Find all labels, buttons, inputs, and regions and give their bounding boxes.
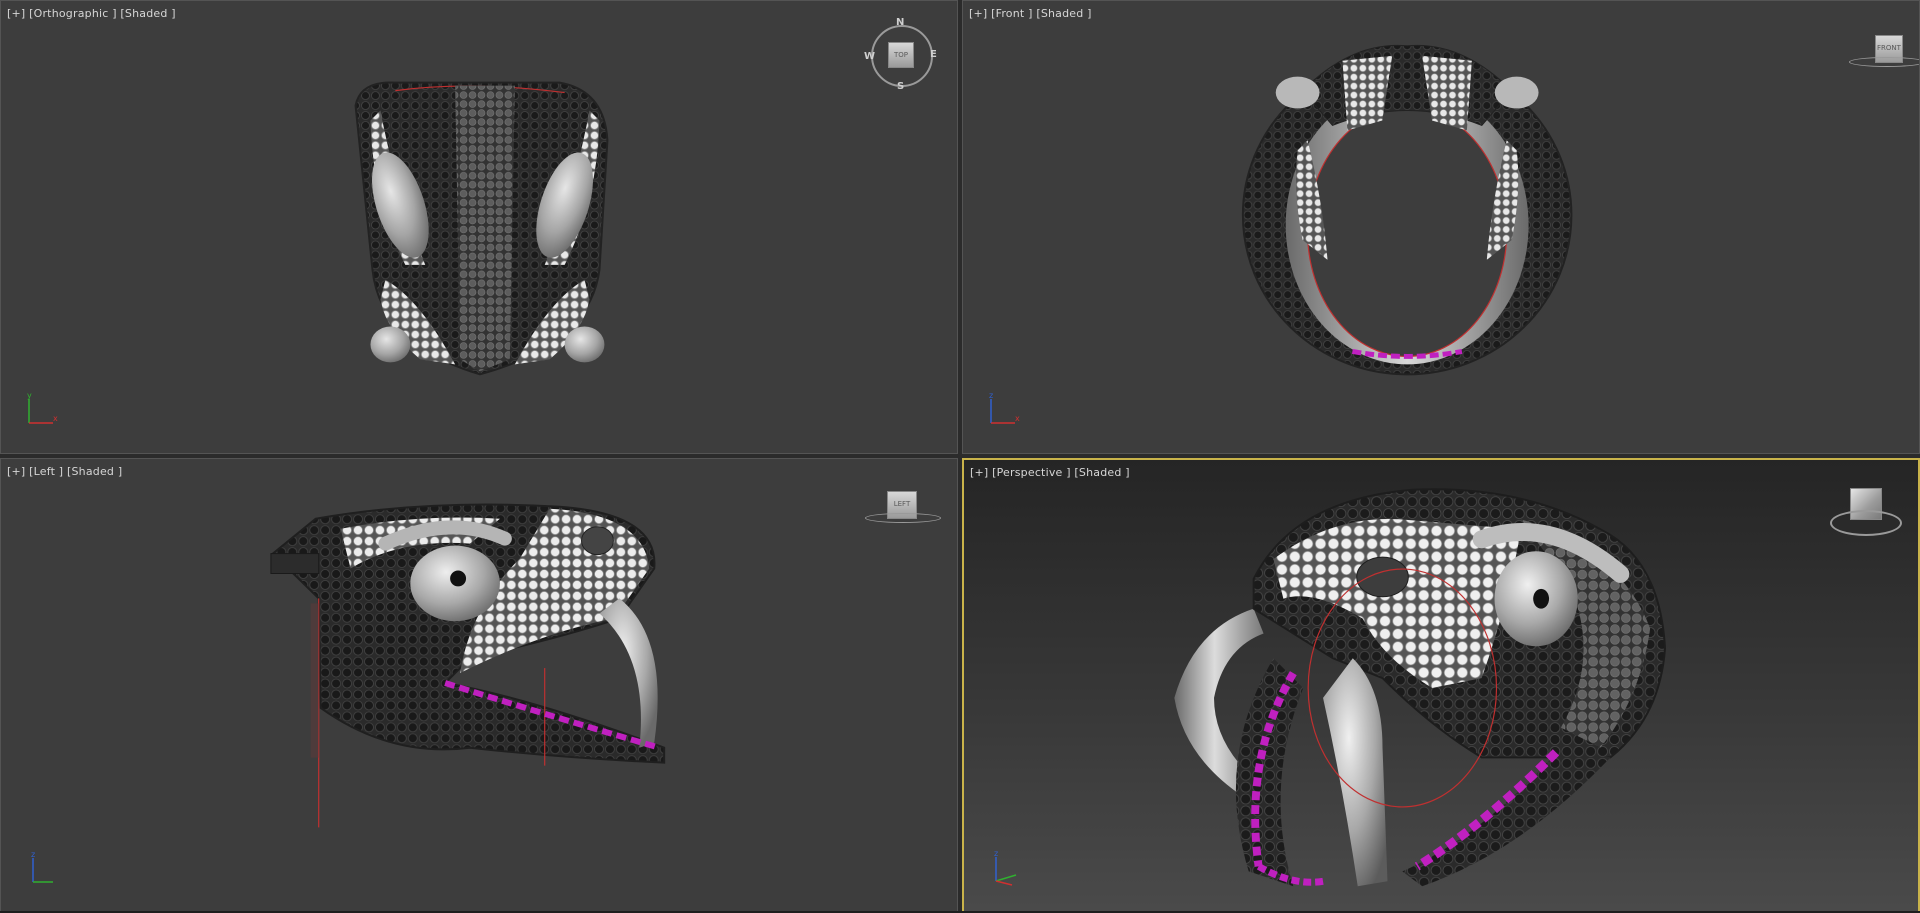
viewport-perspective[interactable]: [+] [Perspective ] [Shaded ] z [962, 458, 1920, 913]
viewcube[interactable]: LEFT [865, 491, 941, 531]
viewport-shading-menu[interactable]: [Shaded ] [1074, 466, 1129, 479]
compass-west-label[interactable]: W [864, 51, 875, 62]
eye-pupil [450, 570, 467, 587]
viewcube-ring[interactable] [865, 513, 941, 523]
right-fang-tip [564, 326, 605, 363]
compass-east-label[interactable]: E [930, 49, 937, 60]
center-stripe [455, 85, 515, 372]
axis-tripod: y x [27, 391, 58, 424]
eye-pupil [1533, 588, 1550, 609]
viewcube[interactable]: FRONT [1849, 35, 1919, 75]
right-eye [1494, 76, 1539, 109]
fang [599, 598, 658, 748]
viewport-left[interactable]: [+] [Left ] [Shaded ] LEFT z [0, 458, 958, 913]
ring-model-top-view[interactable] [1, 1, 957, 453]
lower-jaw-right [1402, 747, 1611, 887]
viewcube-face-top[interactable]: TOP [888, 42, 914, 68]
viewcube-3d[interactable] [1828, 488, 1902, 538]
viewport-shading-menu[interactable]: [Shaded ] [120, 7, 175, 20]
viewcube-ring[interactable] [1830, 510, 1902, 536]
viewport-label: [+] [Left ] [Shaded ] [7, 465, 122, 478]
left-eye [1275, 76, 1320, 109]
viewport-shading-menu[interactable]: [Shaded ] [1036, 7, 1091, 20]
nostril [581, 526, 614, 556]
axis-x-label: x [53, 414, 58, 423]
viewport-view-menu[interactable]: [Orthographic ] [29, 7, 117, 20]
viewport-view-menu[interactable]: [Front ] [991, 7, 1033, 20]
axis-z-label: z [989, 391, 993, 400]
viewport-shading-menu[interactable]: [Shaded ] [67, 465, 122, 478]
axis-tripod: z [31, 850, 53, 883]
axis-x-label: x [1015, 414, 1020, 423]
axis-y-label: y [27, 391, 32, 400]
viewport-view-menu[interactable]: [Left ] [29, 465, 63, 478]
viewcube-ring[interactable] [1849, 57, 1919, 67]
axis-z-label: z [31, 850, 35, 859]
viewport-orthographic[interactable]: [+] [Orthographic ] [Shaded ] TOP N S E … [0, 0, 958, 454]
viewport-menu-plus[interactable]: [+] [969, 7, 987, 20]
nostril [1356, 556, 1409, 598]
axis-x-line [995, 880, 1013, 886]
ring-model-left-view[interactable] [1, 459, 957, 912]
viewport-front[interactable]: [+] [Front ] [Shaded ] FRONT z x [962, 0, 1920, 454]
viewport-label: [+] [Front ] [Shaded ] [969, 7, 1092, 20]
viewport-view-menu[interactable]: [Perspective ] [992, 466, 1071, 479]
viewport-menu-plus[interactable]: [+] [970, 466, 988, 479]
fang [1323, 658, 1388, 887]
viewport-label: [+] [Orthographic ] [Shaded ] [7, 7, 176, 20]
ring-hole [1307, 107, 1507, 357]
viewport-menu-plus[interactable]: [+] [7, 7, 25, 20]
viewport-label: [+] [Perspective ] [Shaded ] [970, 466, 1130, 479]
left-fang-tip [370, 326, 411, 363]
viewcube-compass[interactable]: TOP N S E W [864, 17, 937, 92]
axis-y-line [995, 874, 1017, 882]
axis-tripod: z [994, 849, 1017, 886]
axis-z-label: z [994, 849, 998, 858]
viewport-layout: [+] [Orthographic ] [Shaded ] TOP N S E … [0, 0, 1920, 913]
ring-model-front-view[interactable] [963, 1, 1919, 453]
compass-south-label[interactable]: S [897, 81, 904, 92]
compass-north-label[interactable]: N [896, 17, 904, 28]
viewport-menu-plus[interactable]: [+] [7, 465, 25, 478]
ring-model-perspective-view[interactable] [964, 460, 1918, 911]
ring-shank-edge [310, 603, 319, 758]
lower-jaw-left [1235, 658, 1304, 887]
axis-tripod: z x [989, 391, 1020, 424]
ring-back-plate [270, 553, 320, 574]
